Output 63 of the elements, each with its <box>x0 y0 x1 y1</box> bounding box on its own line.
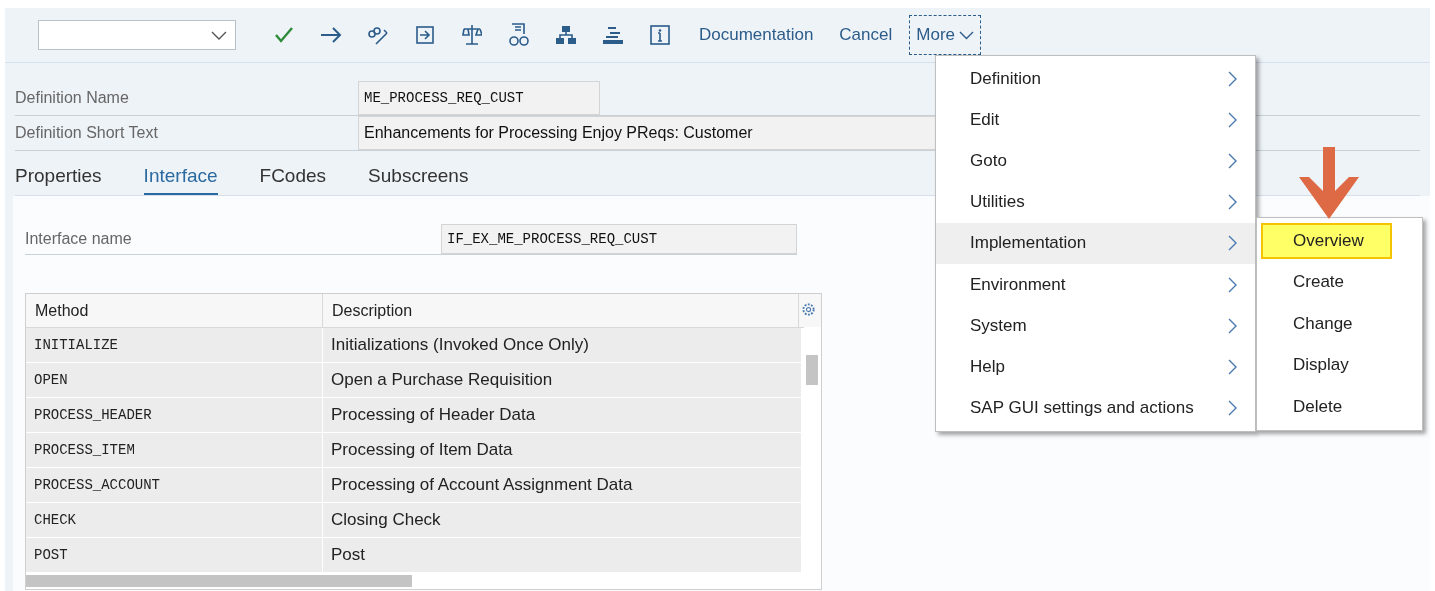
chevron-right-icon <box>1228 235 1237 252</box>
table-cell: Open a Purchase Requisition <box>323 363 802 397</box>
table-cell: POST <box>26 538 323 572</box>
stack-icon <box>601 25 624 45</box>
menu-item[interactable]: Utilities <box>936 181 1255 223</box>
field-label: Interface name <box>25 229 133 249</box>
menu-item[interactable]: Help <box>936 346 1255 388</box>
menu-item[interactable]: Overview <box>1261 222 1392 259</box>
arrow-down-icon <box>1299 147 1359 219</box>
check-icon <box>273 26 294 44</box>
tab[interactable]: Subscreens <box>368 165 469 195</box>
info-icon <box>649 25 670 45</box>
document-glasses-icon <box>507 23 530 47</box>
arrow-right-icon <box>319 27 342 43</box>
menu-item[interactable]: SAP GUI settings and actions <box>936 387 1255 429</box>
chevron-right-icon <box>1228 194 1237 211</box>
scales-icon <box>461 24 482 46</box>
toolbar-button[interactable]: Cancel <box>829 19 903 51</box>
chevron-right-icon <box>1228 276 1237 293</box>
menu-item[interactable]: Delete <box>1261 388 1345 425</box>
menu-item[interactable]: Display <box>1261 347 1351 384</box>
chevron-right-icon <box>1228 400 1237 417</box>
hierarchy-icon <box>554 25 577 45</box>
menu-item[interactable]: Change <box>1261 305 1355 342</box>
table-cell: PROCESS_ACCOUNT <box>26 468 323 502</box>
chevron-right-icon <box>1228 317 1237 334</box>
chevron-right-icon <box>1228 70 1237 87</box>
chevron-down-icon <box>959 30 974 40</box>
menu-item[interactable]: Definition <box>936 58 1255 100</box>
menu-item[interactable]: Create <box>1261 264 1347 301</box>
menu-item[interactable]: Implementation <box>936 222 1255 264</box>
column-header: Method <box>26 294 323 327</box>
menu-item[interactable]: Environment <box>936 263 1255 306</box>
input-field[interactable]: IF_EX_ME_PROCESS_REQ_CUST <box>441 224 797 254</box>
menu-item[interactable]: Edit <box>936 99 1255 141</box>
table-cell: Closing Check <box>323 503 802 537</box>
table-cell: CHECK <box>26 503 323 537</box>
field-label: Definition Short Text <box>15 123 159 143</box>
settings-icon[interactable] <box>801 302 816 317</box>
table-cell: Post <box>323 538 802 572</box>
table-cell: PROCESS_ITEM <box>26 433 323 467</box>
more-button[interactable]: More <box>908 14 982 56</box>
table-cell: PROCESS_HEADER <box>26 398 323 432</box>
menu-item[interactable]: System <box>936 305 1255 347</box>
input-field[interactable]: ME_PROCESS_REQ_CUST <box>358 81 600 115</box>
tab[interactable]: FCodes <box>259 165 327 195</box>
table-cell: Initializations (Invoked Once Only) <box>323 328 802 362</box>
toolbar-button[interactable]: Documentation <box>689 19 824 51</box>
chevron-right-icon <box>1228 152 1237 169</box>
table-cell: INITIALIZE <box>26 328 323 362</box>
table-cell: Processing of Account Assignment Data <box>323 468 802 502</box>
tab[interactable]: Properties <box>15 165 102 195</box>
table-cell: OPEN <box>26 363 323 397</box>
column-header: Description <box>323 294 799 327</box>
menu-item[interactable]: Goto <box>936 140 1255 182</box>
glasses-pencil-icon <box>366 24 389 46</box>
chevron-down-icon <box>211 30 227 40</box>
chevron-right-icon <box>1228 358 1237 375</box>
table-cell: Processing of Header Data <box>323 398 802 432</box>
table-cell: Processing of Item Data <box>323 433 802 467</box>
chevron-right-icon <box>1228 111 1237 128</box>
dropdown-field[interactable] <box>38 20 236 50</box>
field-label: Definition Name <box>15 88 130 108</box>
